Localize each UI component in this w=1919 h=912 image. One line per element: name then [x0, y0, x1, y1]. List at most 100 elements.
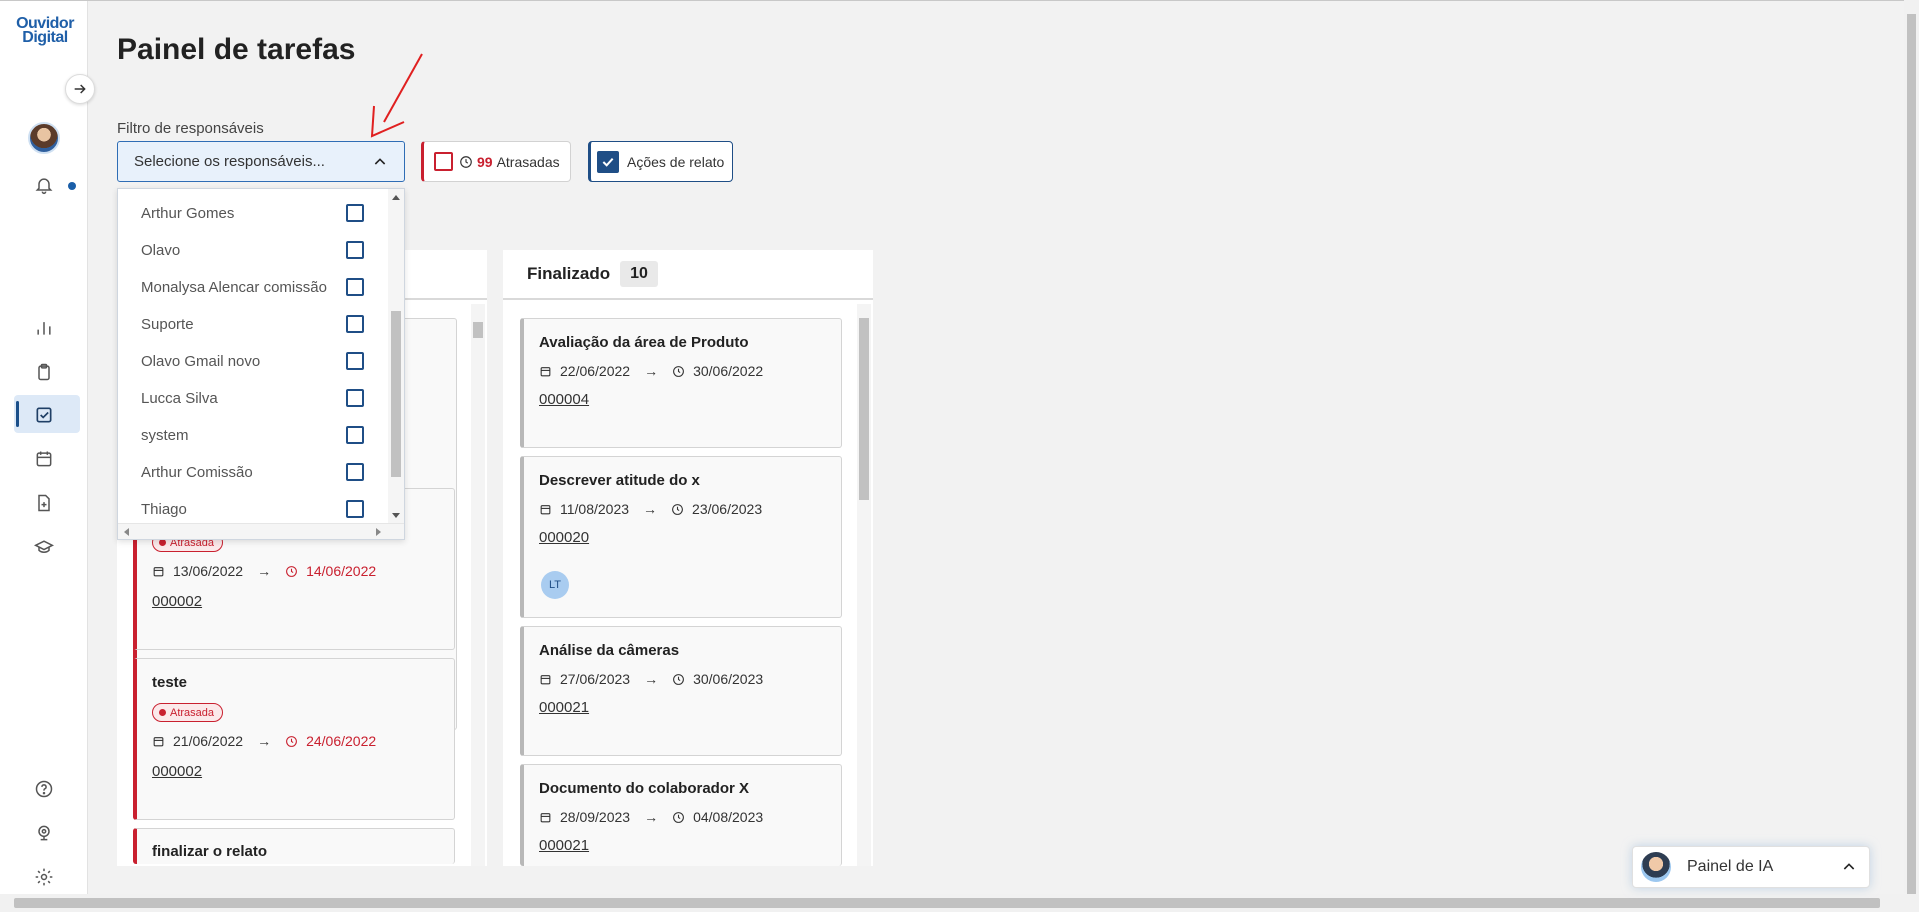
- card-code-link[interactable]: 000020: [539, 529, 589, 546]
- app-logo[interactable]: Ouvidor Digital: [14, 16, 76, 46]
- card-title: Avaliação da área de Produto: [539, 334, 749, 351]
- option-checkbox[interactable]: [346, 426, 364, 444]
- clock-icon: [673, 673, 684, 685]
- late-dot: [159, 539, 166, 546]
- badge-label: Atrasada: [170, 706, 215, 719]
- column-header-finalizado: Finalizado 10: [503, 250, 873, 300]
- task-card[interactable]: Análise da câmeras 27/06/2023 → 30/06/20…: [520, 626, 842, 756]
- option-checkbox[interactable]: [346, 315, 364, 333]
- bell-icon: [35, 178, 53, 195]
- option-checkbox[interactable]: [346, 241, 364, 259]
- column-scrollbar[interactable]: [857, 304, 871, 866]
- card-title: Análise da câmeras: [539, 642, 680, 659]
- task-card[interactable]: Avaliação da área de Produto 22/06/2022 …: [520, 318, 842, 448]
- option-checkbox[interactable]: [346, 352, 364, 370]
- task-card[interactable]: teste Atrasada 21/06/2022 → 24/06/2022 0…: [133, 658, 455, 820]
- actions-checkbox[interactable]: [597, 150, 619, 173]
- option-label: Arthur Gomes: [141, 205, 235, 222]
- late-dot: [159, 709, 166, 716]
- option-checkbox[interactable]: [346, 500, 364, 518]
- option-checkbox[interactable]: [346, 389, 364, 407]
- card-code-link[interactable]: 000004: [539, 391, 589, 408]
- option-label: Lucca Silva: [141, 390, 218, 407]
- responsible-option[interactable]: Olavo Gmail novo: [118, 343, 388, 380]
- dropdown-horizontal-scrollbar[interactable]: [118, 523, 404, 539]
- nav-calendar[interactable]: [30, 445, 58, 473]
- responsible-select[interactable]: Selecione os responsáveis...: [117, 141, 405, 182]
- card-title: Descrever atitude do x: [539, 472, 700, 489]
- late-label: Atrasadas: [496, 153, 560, 170]
- option-label: Monalysa Alencar comissão: [141, 279, 327, 296]
- option-checkbox[interactable]: [346, 204, 364, 222]
- page-vertical-scroll-thumb[interactable]: [1907, 14, 1916, 894]
- annotation-arrow: [370, 53, 423, 138]
- card-title: finalizar o relato: [152, 843, 268, 860]
- nav-training[interactable]: [30, 533, 58, 561]
- card-title: teste: [152, 674, 188, 691]
- nav-new-document[interactable]: [30, 489, 58, 517]
- card-code-link[interactable]: 000002: [152, 593, 202, 610]
- responsible-option[interactable]: Suporte: [118, 306, 388, 343]
- clock-icon: [286, 735, 297, 747]
- responsible-option[interactable]: Monalysa Alencar comissão: [118, 269, 388, 306]
- dropdown-scroll-thumb[interactable]: [391, 311, 401, 477]
- clock-icon: [673, 811, 684, 823]
- nav-dashboard[interactable]: [30, 314, 58, 342]
- late-checkbox[interactable]: [434, 152, 453, 171]
- actions-filter-toggle[interactable]: Ações de relato: [588, 141, 733, 182]
- scroll-right-arrow[interactable]: [376, 528, 381, 536]
- nav-reports[interactable]: [30, 358, 58, 386]
- task-card[interactable]: finalizar o relato: [133, 828, 455, 864]
- nav-active-indicator: [16, 401, 19, 427]
- option-label: system: [141, 427, 189, 444]
- task-check-icon: [36, 407, 52, 423]
- end-date: 14/06/2022: [306, 563, 377, 579]
- arrow-glyph: →: [644, 671, 659, 687]
- column-scroll-thumb[interactable]: [859, 318, 869, 500]
- chevron-up-icon: [1843, 863, 1855, 870]
- column-title: Finalizado: [527, 264, 611, 283]
- filter-label: Filtro de responsáveis: [117, 120, 264, 137]
- column-scroll-thumb[interactable]: [473, 322, 483, 338]
- card-dates: 11/08/2023 → 23/06/2023: [539, 501, 762, 517]
- responsible-option[interactable]: system: [118, 417, 388, 454]
- scroll-down-arrow[interactable]: [392, 513, 400, 518]
- responsible-option[interactable]: Olavo: [118, 232, 388, 269]
- late-filter-toggle[interactable]: 99 Atrasadas: [421, 141, 571, 182]
- nav-help[interactable]: [30, 775, 58, 803]
- column-scrollbar[interactable]: [471, 304, 485, 866]
- nav-settings[interactable]: [30, 863, 58, 891]
- notifications-button[interactable]: [30, 171, 58, 199]
- option-checkbox[interactable]: [346, 278, 364, 296]
- sidebar-expand-button[interactable]: [65, 74, 95, 104]
- responsible-option[interactable]: Arthur Comissão: [118, 454, 388, 491]
- file-plus-icon: [38, 494, 50, 512]
- option-checkbox[interactable]: [346, 463, 364, 481]
- ai-panel-toggle[interactable]: Painel de IA: [1632, 846, 1870, 888]
- page-horizontal-scroll-thumb[interactable]: [14, 898, 1880, 908]
- logo-line-2: Digital: [22, 29, 68, 46]
- assignee-avatar[interactable]: LT: [541, 571, 569, 599]
- start-date: 13/06/2022: [173, 563, 244, 579]
- card-dates: 28/09/2023 → 04/08/2023: [539, 809, 763, 825]
- scroll-left-arrow[interactable]: [124, 528, 129, 536]
- card-code-link[interactable]: 000021: [539, 837, 589, 854]
- card-code-link[interactable]: 000021: [539, 699, 589, 716]
- sidebar: Ouvidor Digital: [0, 1, 88, 894]
- task-card[interactable]: Descrever atitude do x 11/08/2023 → 23/0…: [520, 456, 842, 618]
- start-date: 21/06/2022: [173, 733, 244, 749]
- gear-icon: [35, 868, 53, 886]
- card-dates: 27/06/2023 → 30/06/2023: [539, 671, 763, 687]
- user-avatar[interactable]: [28, 122, 60, 154]
- scroll-up-arrow[interactable]: [392, 195, 400, 200]
- nav-tasks[interactable]: [30, 401, 58, 429]
- clock-icon: [672, 503, 683, 515]
- arrow-right-icon: [74, 84, 86, 94]
- responsible-option[interactable]: Arthur Gomes: [118, 195, 388, 232]
- responsible-option[interactable]: Lucca Silva: [118, 380, 388, 417]
- option-label: Suporte: [141, 316, 194, 333]
- nav-camera[interactable]: [30, 819, 58, 847]
- card-code-link[interactable]: 000002: [152, 763, 202, 780]
- task-card[interactable]: Documento do colaborador X 28/09/2023 → …: [520, 764, 842, 866]
- column-count: 10: [620, 261, 658, 287]
